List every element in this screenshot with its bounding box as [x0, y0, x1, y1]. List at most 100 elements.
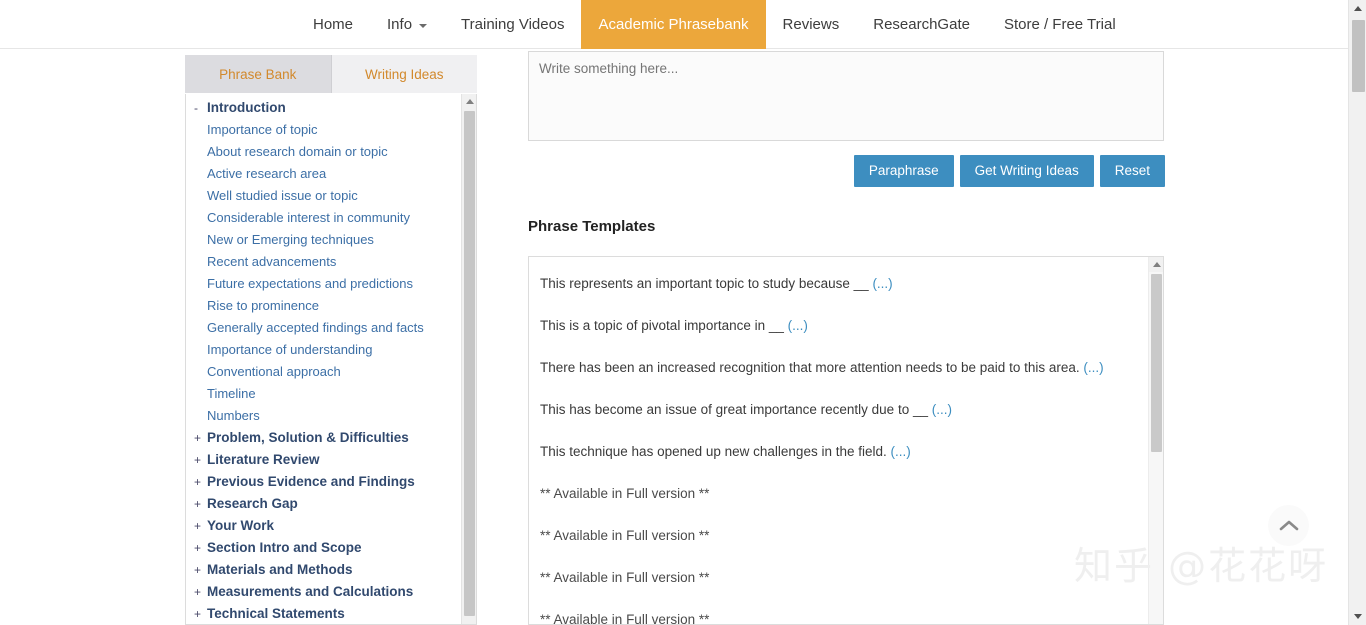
sidebar-item-about-research-domain-or-topic[interactable]: About research domain or topic: [186, 144, 463, 166]
nav-item-training-videos[interactable]: Training Videos: [444, 0, 581, 49]
triangle-down-icon: [1353, 614, 1362, 619]
phrase-templates-container: This represents an important topic to st…: [528, 256, 1164, 625]
sidebar-scrollbar[interactable]: [461, 94, 476, 624]
phrase-template-text: This represents an important topic to st…: [540, 276, 873, 291]
sidebar-item-measurements-and-calculations[interactable]: + Measurements and Calculations: [186, 584, 463, 606]
sidebar-item-label: Literature Review: [207, 452, 320, 467]
phrase-template-text: ** Available in Full version **: [540, 612, 710, 625]
paraphrase-button[interactable]: Paraphrase: [853, 155, 954, 187]
sidebar-item-label: Recent advancements: [207, 254, 337, 269]
phrase-template-text: There has been an increased recognition …: [540, 360, 1084, 375]
sidebar-scroll-up-icon[interactable]: [462, 94, 476, 109]
sidebar-item-your-work[interactable]: + Your Work: [186, 518, 463, 540]
sidebar-item-label: Considerable interest in community: [207, 210, 411, 225]
nav-item-label: Reviews: [782, 16, 840, 33]
sidebar-item-previous-evidence-and-findings[interactable]: + Previous Evidence and Findings: [186, 474, 463, 496]
sidebar-item-label: Section Intro and Scope: [207, 540, 362, 555]
nav-item-store-free-trial[interactable]: Store / Free Trial: [987, 0, 1133, 49]
phrase-template-more-link[interactable]: (...): [788, 318, 808, 333]
sidebar-item-section-intro-and-scope[interactable]: + Section Intro and Scope: [186, 540, 463, 562]
sidebar-item-technical-statements[interactable]: + Technical Statements: [186, 606, 463, 624]
phrase-category-list-container: - Introduction Importance of topic About re…: [185, 94, 477, 625]
nav-item-label: Training Videos: [461, 16, 565, 33]
expand-toggle-icon[interactable]: +: [194, 475, 207, 489]
phrase-template-locked-row: ** Available in Full version **: [540, 557, 1158, 599]
expand-toggle-icon[interactable]: +: [194, 585, 207, 599]
sidebar-item-label: Importance of understanding: [207, 342, 373, 357]
expand-toggle-icon[interactable]: +: [194, 541, 207, 555]
sidebar-item-new-or-emerging-techniques[interactable]: New or Emerging techniques: [186, 232, 463, 254]
reset-button[interactable]: Reset: [1099, 155, 1165, 187]
sidebar-item-recent-advancements[interactable]: Recent advancements: [186, 254, 463, 276]
sidebar-item-label: About research domain or topic: [207, 144, 388, 159]
sidebar-item-label: Technical Statements: [207, 606, 345, 621]
nav-item-info[interactable]: Info: [370, 0, 444, 49]
sidebar-item-numbers[interactable]: Numbers: [186, 408, 463, 430]
sidebar-item-considerable-interest-in-community[interactable]: Considerable interest in community: [186, 210, 463, 232]
browser-scrollbar[interactable]: [1348, 0, 1366, 625]
phrase-template-more-link[interactable]: (...): [1083, 360, 1103, 375]
nav-items-list: Home Info Training Videos Academic Phraseba…: [0, 0, 1133, 49]
triangle-up-icon: [1353, 6, 1362, 11]
sidebar-item-timeline[interactable]: Timeline: [186, 386, 463, 408]
scroll-to-top-button[interactable]: [1268, 505, 1309, 546]
nav-item-home[interactable]: Home: [296, 0, 370, 49]
expand-toggle-icon[interactable]: +: [194, 563, 207, 577]
expand-toggle-icon[interactable]: +: [194, 453, 207, 467]
phrase-template-more-link[interactable]: (...): [891, 444, 911, 459]
sidebar-item-importance-of-understanding[interactable]: Importance of understanding: [186, 342, 463, 364]
phrase-template-row: There has been an increased recognition …: [540, 347, 1158, 389]
templates-scroll-up-icon[interactable]: [1149, 257, 1163, 272]
expand-toggle-icon[interactable]: +: [194, 519, 207, 533]
sidebar-item-conventional-approach[interactable]: Conventional approach: [186, 364, 463, 386]
browser-scroll-up-icon[interactable]: [1349, 0, 1366, 17]
phrase-template-locked-row: ** Available in Full version **: [540, 515, 1158, 557]
sidebar-scrollbar-thumb[interactable]: [464, 111, 475, 616]
phrase-template-text: ** Available in Full version **: [540, 570, 710, 585]
collapse-toggle-icon[interactable]: -: [194, 101, 207, 115]
sidebar-item-generally-accepted-findings-and-facts[interactable]: Generally accepted findings and facts: [186, 320, 463, 342]
get-writing-ideas-button[interactable]: Get Writing Ideas: [959, 155, 1094, 187]
nav-item-label: Info: [387, 16, 413, 33]
nav-item-reviews[interactable]: Reviews: [766, 0, 857, 49]
writing-input-textarea[interactable]: [528, 51, 1164, 141]
sidebar-item-literature-review[interactable]: + Literature Review: [186, 452, 463, 474]
expand-toggle-icon[interactable]: +: [194, 497, 207, 511]
sidebar-item-active-research-area[interactable]: Active research area: [186, 166, 463, 188]
sidebar-item-introduction[interactable]: - Introduction: [186, 100, 463, 122]
expand-toggle-icon[interactable]: +: [194, 607, 207, 621]
sidebar-item-label: Active research area: [207, 166, 327, 181]
phrase-bank-tabs: Phrase Bank Writing Ideas: [185, 55, 477, 93]
sidebar-item-well-studied-issue-or-topic[interactable]: Well studied issue or topic: [186, 188, 463, 210]
tab-phrase-bank[interactable]: Phrase Bank: [185, 55, 332, 93]
chevron-down-icon: [419, 23, 428, 28]
sidebar-item-label: Materials and Methods: [207, 562, 353, 577]
browser-scrollbar-thumb[interactable]: [1352, 20, 1365, 92]
nav-item-academic-phrasebank[interactable]: Academic Phrasebank: [581, 0, 766, 49]
sidebar-item-problem-solution-difficulties[interactable]: + Problem, Solution & Difficulties: [186, 430, 463, 452]
sidebar-item-label: Conventional approach: [207, 364, 341, 379]
sidebar-item-label: Problem, Solution & Difficulties: [207, 430, 409, 445]
nav-item-label: Academic Phrasebank: [598, 16, 749, 33]
phrase-templates-scrollbar-thumb[interactable]: [1151, 274, 1162, 452]
phrase-template-row: This is a topic of pivotal importance in…: [540, 305, 1158, 347]
sidebar-item-research-gap[interactable]: + Research Gap: [186, 496, 463, 518]
browser-scroll-down-icon[interactable]: [1349, 608, 1366, 625]
main-content: ParaphraseGet Writing IdeasReset Phrase …: [528, 49, 1166, 625]
expand-toggle-icon[interactable]: +: [194, 431, 207, 445]
phrase-template-text: This technique has opened up new challen…: [540, 444, 891, 459]
tab-writing-ideas[interactable]: Writing Ideas: [331, 55, 477, 93]
sidebar-item-rise-to-prominence[interactable]: Rise to prominence: [186, 298, 463, 320]
phrase-template-more-link[interactable]: (...): [932, 402, 952, 417]
sidebar-item-label: Generally accepted findings and facts: [207, 320, 424, 335]
sidebar-item-importance-of-topic[interactable]: Importance of topic: [186, 122, 463, 144]
nav-item-researchgate[interactable]: ResearchGate: [856, 0, 987, 49]
phrase-bank-panel: Phrase Bank Writing Ideas - Introduction Im…: [185, 55, 477, 625]
top-navigation-bar: Home Info Training Videos Academic Phraseba…: [0, 0, 1348, 49]
phrase-template-more-link[interactable]: (...): [872, 276, 892, 291]
phrase-template-text: ** Available in Full version **: [540, 528, 710, 543]
sidebar-item-label: Importance of topic: [207, 122, 318, 137]
sidebar-item-materials-and-methods[interactable]: + Materials and Methods: [186, 562, 463, 584]
phrase-template-row: This technique has opened up new challen…: [540, 431, 1158, 473]
sidebar-item-future-expectations-and-predictions[interactable]: Future expectations and predictions: [186, 276, 463, 298]
